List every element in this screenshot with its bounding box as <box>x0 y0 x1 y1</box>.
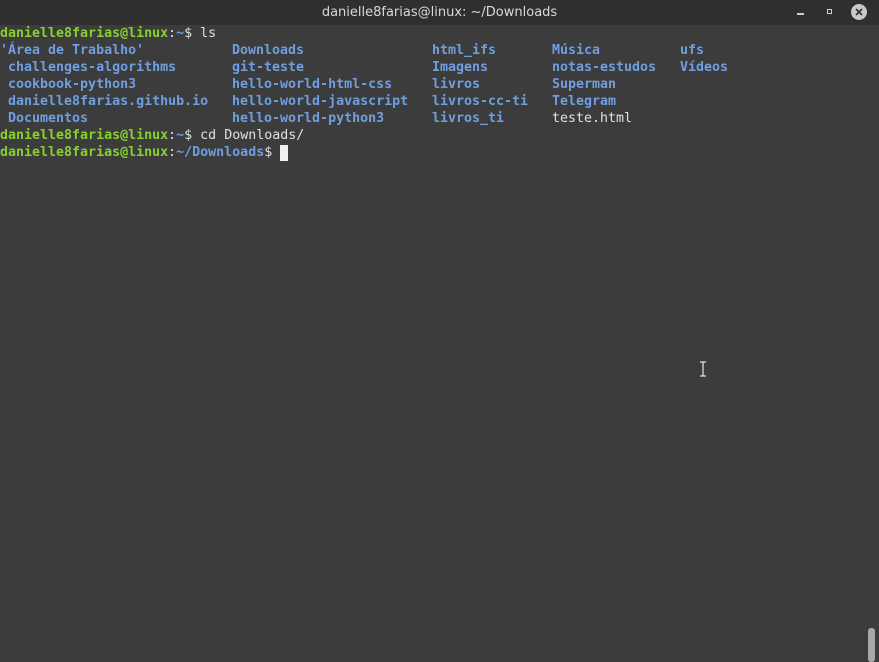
ls-directory: hello-world-html-css <box>232 77 393 92</box>
ls-directory: Música <box>552 43 601 58</box>
command-text: cd Downloads/ <box>192 128 305 143</box>
ls-directory: livros <box>432 77 481 92</box>
prompt-path: ~ <box>176 128 185 143</box>
ls-directory: Documentos <box>0 111 89 126</box>
prompt-line-2: danielle8farias@linux:~$ cd Downloads/ <box>0 127 304 144</box>
close-button[interactable] <box>851 4 867 20</box>
prompt-user-host: danielle8farias@linux <box>0 128 169 143</box>
ls-file: teste.html <box>552 111 633 126</box>
titlebar[interactable]: danielle8farias@linux: ~/Downloads <box>0 0 879 25</box>
ls-directory: challenges-algorithms <box>0 60 177 75</box>
ls-directory: git-teste <box>232 60 305 75</box>
ls-directory: danielle8farias.github.io <box>0 94 209 109</box>
close-icon <box>851 4 867 20</box>
ls-directory: hello-world-javascript <box>232 94 409 109</box>
prompt-dollar: $ <box>184 26 193 41</box>
ls-directory: Imagens <box>432 60 489 75</box>
minimize-icon <box>797 13 804 15</box>
ls-directory: ufs <box>680 43 705 58</box>
terminal-window: danielle8farias@linux: ~/Downloads danie… <box>0 0 879 662</box>
command-text: ls <box>192 26 217 41</box>
ls-directory: html_ifs <box>432 43 497 58</box>
prompt-colon: : <box>168 26 177 41</box>
terminal-cursor <box>280 145 288 161</box>
ls-directory: livros_ti <box>432 111 505 126</box>
prompt-user-host: danielle8farias@linux <box>0 145 169 160</box>
ls-directory: cookbook-python3 <box>0 77 137 92</box>
ls-directory: Vídeos <box>680 60 729 75</box>
prompt-colon: : <box>168 145 177 160</box>
window-title: danielle8farias@linux: ~/Downloads <box>321 5 558 20</box>
prompt-path: ~ <box>176 26 185 41</box>
ls-directory: hello-world-python3 <box>232 111 385 126</box>
scrollbar-thumb[interactable] <box>868 628 875 662</box>
prompt-line-1: danielle8farias@linux:~$ ls <box>0 25 216 42</box>
prompt-user-host: danielle8farias@linux <box>0 26 169 41</box>
prompt-dollar: $ <box>264 145 273 160</box>
ls-directory: 'Área de Trabalho' <box>0 43 145 58</box>
terminal-output[interactable]: danielle8farias@linux:~$ ls 'Área de Tra… <box>0 25 879 662</box>
maximize-icon <box>827 9 832 14</box>
ls-directory: Telegram <box>552 94 617 109</box>
prompt-dollar: $ <box>184 128 193 143</box>
minimize-button[interactable] <box>793 4 809 20</box>
ls-directory: notas-estudos <box>552 60 657 75</box>
prompt-line-current: danielle8farias@linux:~/Downloads$ <box>0 144 272 161</box>
prompt-path: ~/Downloads <box>176 145 265 160</box>
ls-directory: Downloads <box>232 43 305 58</box>
maximize-button[interactable] <box>822 4 838 20</box>
text-cursor-icon <box>700 361 706 377</box>
prompt-colon: : <box>168 128 177 143</box>
ls-directory: livros-cc-ti <box>432 94 529 109</box>
ls-directory: Superman <box>552 77 617 92</box>
